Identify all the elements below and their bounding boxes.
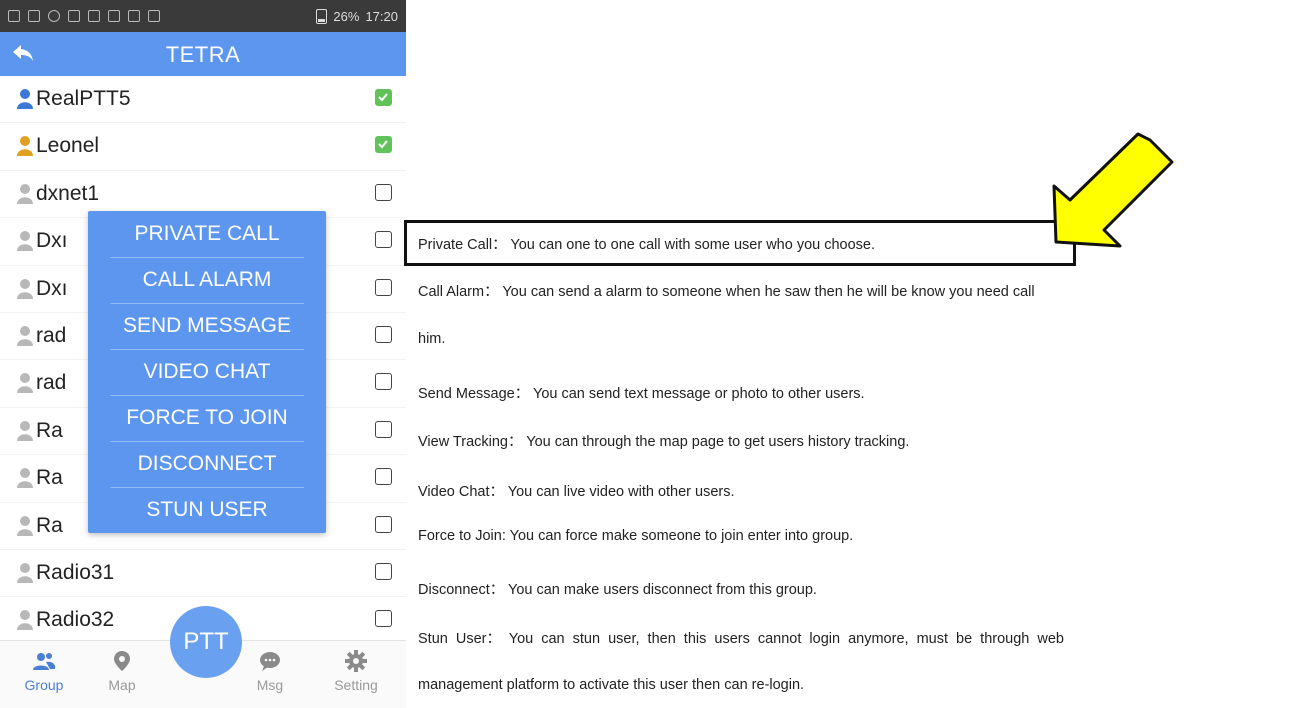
user-checkbox[interactable] (375, 278, 392, 296)
user-name: dxnet1 (36, 181, 100, 205)
user-icon (17, 468, 33, 489)
gear-icon (345, 650, 367, 672)
user-icon (17, 562, 33, 583)
user-checkbox[interactable] (375, 231, 392, 249)
user-checkbox[interactable] (375, 468, 392, 486)
chat-bubble-icon (260, 652, 280, 671)
user-icon (17, 89, 33, 109)
user-icon (17, 420, 33, 441)
user-name: RealPTT5 (36, 87, 131, 110)
signal-icon-2 (148, 10, 160, 22)
desc-video-chat: Video Chat： You can live video with othe… (418, 484, 735, 500)
user-name: Dxı (36, 229, 68, 253)
star-icon (88, 10, 100, 22)
user-checkbox[interactable] (375, 420, 392, 438)
page-title: TETRA (165, 42, 241, 67)
tab-msg[interactable]: Msg (240, 649, 300, 693)
wifi-icon (108, 10, 120, 22)
user-name: Ra (36, 513, 63, 537)
desc-call-alarm-cont: him. (418, 331, 446, 347)
desc-view-tracking: View Tracking： You can through the map p… (418, 434, 910, 450)
location-icon (48, 10, 60, 22)
clock: 17:20 (365, 8, 398, 24)
user-icon (17, 136, 33, 157)
pointer-arrow-icon (1052, 132, 1174, 248)
map-pin-icon (114, 651, 130, 671)
menu-item-call-alarm[interactable]: CALL ALARM (88, 257, 326, 303)
user-name: rad (36, 371, 67, 395)
group-icon (33, 653, 56, 670)
user-checkbox[interactable] (375, 515, 392, 533)
user-icon (17, 515, 33, 536)
tab-msg-label: Msg (256, 677, 284, 693)
menu-item-private-call[interactable]: PRIVATE CALL (88, 211, 326, 257)
user-checkbox[interactable] (375, 183, 392, 201)
user-checkbox[interactable] (375, 373, 392, 391)
user-row[interactable]: Radio31 (0, 550, 406, 598)
signal-icon (128, 10, 140, 22)
user-name: rad (36, 323, 67, 347)
ptt-button[interactable]: PTT (170, 606, 242, 678)
status-bar: 26% 17:20 (0, 0, 406, 32)
app-bar: TETRA (0, 32, 406, 76)
battery-icon (316, 8, 328, 24)
tab-map-label: Map (108, 677, 136, 693)
tab-setting[interactable]: Setting (326, 649, 386, 693)
user-row[interactable]: RealPTT5 (0, 76, 406, 124)
user-name: Radio32 (36, 608, 115, 632)
user-checkbox[interactable] (375, 325, 392, 343)
user-icon (17, 373, 33, 394)
tab-map[interactable]: Map (92, 649, 152, 693)
menu-item-video-chat[interactable]: VIDEO CHAT (88, 349, 326, 395)
user-name: Ra (36, 418, 63, 442)
user-icon (17, 610, 33, 631)
user-icon (17, 325, 33, 346)
status-icons (0, 10, 316, 22)
message-icon (28, 10, 40, 22)
user-checkbox[interactable] (375, 562, 392, 580)
desc-send-message: Send Message： You can send text message … (418, 386, 865, 402)
phone-screen: 26% 17:20 TETRA RealPTT5 Leonel dxnet1 Dxı D… (0, 0, 406, 708)
desc-private-call: Private Call： You can one to one call wi… (418, 237, 876, 253)
user-name: Leonel (36, 134, 100, 158)
notification-icon (8, 10, 20, 22)
desc-stun-user-cont: management platform to activate this use… (418, 677, 805, 693)
context-menu: PRIVATE CALL CALL ALARM SEND MESSAGE VIDEO … (88, 211, 326, 533)
user-checkbox[interactable] (375, 136, 392, 154)
menu-item-force-to-join[interactable]: FORCE TO JOIN (88, 395, 326, 441)
user-icon (17, 231, 33, 252)
desc-call-alarm: Call Alarm： You can send a alarm to some… (418, 284, 1035, 300)
battery-level: 26% (333, 8, 360, 24)
user-checkbox[interactable] (375, 610, 392, 628)
user-checkbox[interactable] (375, 89, 392, 106)
menu-item-stun-user[interactable]: STUN USER (88, 487, 326, 533)
tab-group-label: Group (24, 677, 64, 693)
bluetooth-icon (68, 10, 80, 22)
user-row[interactable]: Leonel (0, 123, 406, 171)
menu-item-disconnect[interactable]: DISCONNECT (88, 441, 326, 487)
desc-stun-user: Stun User： You can stun user, then this … (418, 631, 1064, 647)
desc-force-to-join: Force to Join: You can force make someon… (418, 528, 854, 544)
desc-disconnect: Disconnect： You can make users disconnec… (418, 582, 817, 598)
tab-group[interactable]: Group (14, 649, 74, 693)
user-name: Dxı (36, 276, 68, 300)
user-icon (17, 183, 33, 204)
user-name: Ra (36, 466, 63, 490)
user-icon (17, 278, 33, 299)
menu-item-send-message[interactable]: SEND MESSAGE (88, 303, 326, 349)
tab-setting-label: Setting (334, 677, 378, 693)
user-name: Radio31 (36, 560, 115, 584)
